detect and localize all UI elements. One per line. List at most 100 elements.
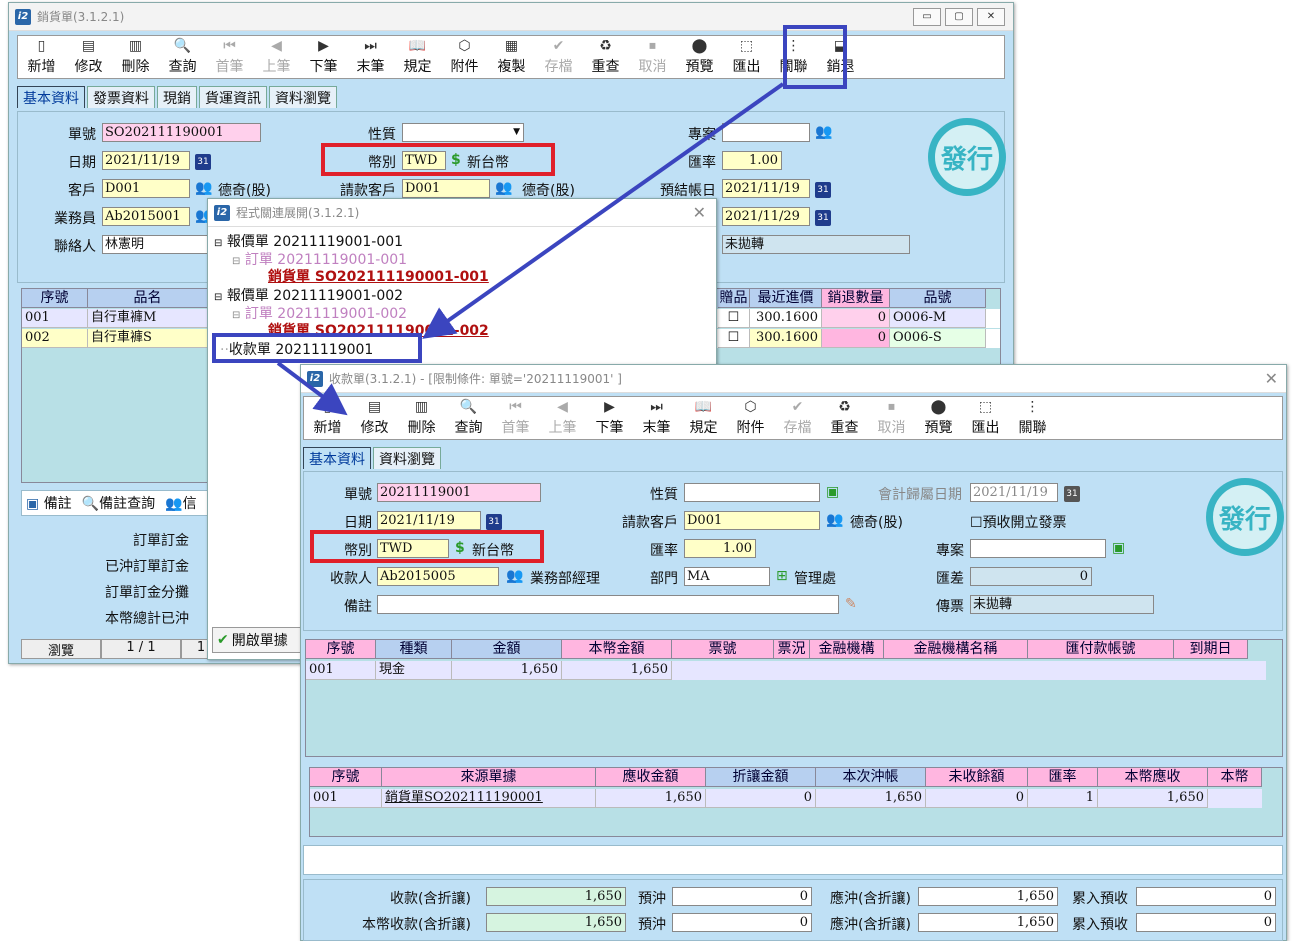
col-base[interactable]: 本幣	[1208, 768, 1262, 787]
calendar-icon[interactable]: 31	[486, 514, 502, 530]
sales-toolbar-button[interactable]: ▦ 複製	[488, 36, 535, 78]
receipt-toolbar-button[interactable]: ▶ 下筆	[586, 397, 633, 439]
sales-toolbar-button[interactable]: ⏹ 取消	[629, 36, 676, 78]
receipt-dept-field[interactable]: MA	[684, 567, 770, 586]
receipt-payee-field[interactable]: Ab2015005	[377, 567, 499, 586]
calendar-icon[interactable]: 31	[1064, 486, 1080, 502]
col-discount[interactable]: 折讓金額	[706, 768, 816, 787]
receipt-project-field[interactable]	[970, 539, 1106, 558]
lookup-icon[interactable]: ▣	[826, 484, 839, 500]
collapse-icon[interactable]: ⊟	[214, 292, 222, 303]
col-base-amount[interactable]: 本幣金額	[562, 640, 672, 659]
mail-tab[interactable]: 👥信	[165, 493, 196, 513]
tree-node-quote-2[interactable]: ⊟ 報價單 20211119001-002	[214, 285, 403, 305]
sales-toolbar-button[interactable]: ⏭ 末筆	[347, 36, 394, 78]
calendar-icon[interactable]: 31	[195, 154, 211, 170]
lookup-icon[interactable]: ▣	[1112, 540, 1125, 556]
close-icon[interactable]: ✕	[1265, 369, 1278, 388]
col-bank[interactable]: 金融機構	[810, 640, 884, 659]
table-row[interactable]: 001 現金 1,650 1,650	[306, 661, 1266, 680]
col-return[interactable]: 銷退數量	[822, 289, 890, 308]
person-icon[interactable]: 👥	[195, 180, 212, 196]
sales-tab[interactable]: 基本資料	[17, 86, 85, 108]
col-check-status[interactable]: 票況	[774, 640, 810, 659]
receipt-toolbar-button[interactable]: ⏭ 末筆	[633, 397, 680, 439]
sales-tab[interactable]: 現銷	[157, 86, 197, 108]
sales-settle-field[interactable]: 2021/11/19	[722, 179, 810, 198]
receipt-toolbar-button[interactable]: ▤ 修改	[351, 397, 398, 439]
col-name[interactable]: 品名	[88, 289, 208, 308]
project-icon[interactable]: 👥	[815, 124, 832, 140]
receipt-toolbar-button[interactable]: ♻ 重查	[821, 397, 868, 439]
sales-rate-field[interactable]: 1.00	[722, 151, 782, 170]
receipt-toolbar-button[interactable]: ⬤ 預覽	[915, 397, 962, 439]
sales-toolbar-button[interactable]: 🔍 查詢	[159, 36, 206, 78]
col-account[interactable]: 匯付款帳號	[1028, 640, 1174, 659]
tree-node-sales-1[interactable]: 銷貨單 SO202111190001-001	[268, 266, 489, 286]
col-current[interactable]: 本次沖帳	[816, 768, 926, 787]
receipt-toolbar-button[interactable]: ▯ 新增	[304, 397, 351, 439]
edit-icon[interactable]: ✎	[845, 596, 857, 612]
note-tab[interactable]: ▣ 備註	[26, 493, 72, 513]
sales-no-field[interactable]: SO202111190001	[102, 123, 261, 142]
sales-toolbar-button[interactable]: ✔ 存檔	[535, 36, 582, 78]
col-check-no[interactable]: 票號	[672, 640, 774, 659]
col-price[interactable]: 最近進價	[750, 289, 822, 308]
receipt-toolbar-button[interactable]: ⏹ 取消	[868, 397, 915, 439]
col-remaining[interactable]: 未收餘額	[926, 768, 1028, 787]
sales-cust-field[interactable]: D001	[102, 179, 190, 198]
close-icon[interactable]: ✕	[693, 203, 706, 222]
receipt-toolbar-button[interactable]: 🔍 查詢	[445, 397, 492, 439]
sales-toolbar-button[interactable]: ⬚ 匯出	[723, 36, 770, 78]
sales-toolbar-button[interactable]: ⏮ 首筆	[206, 36, 253, 78]
col-base-recv[interactable]: 本幣應收	[1098, 768, 1208, 787]
sales-project-field[interactable]	[722, 123, 810, 142]
person-icon[interactable]: 👥	[495, 180, 512, 196]
sales-toolbar-button[interactable]: ▯ 新增	[18, 36, 65, 78]
table-row[interactable]: 001 銷貨單SO202111190001 1,650 0 1,650 0 1 …	[310, 789, 1262, 808]
minimize-button[interactable]: ▭	[913, 7, 941, 26]
col-receivable[interactable]: 應收金額	[596, 768, 706, 787]
receipt-billcust-field[interactable]: D001	[684, 511, 820, 530]
receipt-toolbar-button[interactable]: ⋮ 關聯	[1009, 397, 1056, 439]
sales-toolbar-button[interactable]: 📖 規定	[394, 36, 441, 78]
sales-toolbar-button[interactable]: ▥ 刪除	[112, 36, 159, 78]
org-tree-icon[interactable]: ⊞	[776, 568, 788, 584]
sales-nature-select[interactable]: ▼	[402, 123, 524, 142]
col-gift[interactable]: 贈品	[718, 289, 750, 308]
sales-toolbar-button[interactable]: ◀ 上筆	[253, 36, 300, 78]
gift-checkbox[interactable]: ☐	[718, 309, 750, 328]
col-due-date[interactable]: 到期日	[1174, 640, 1248, 659]
row-source[interactable]: 銷貨單SO202111190001	[382, 789, 596, 808]
open-doc-button[interactable]: ✔ 開啟單據	[212, 627, 302, 653]
receipt-toolbar-button[interactable]: ▥ 刪除	[398, 397, 445, 439]
sales-tab[interactable]: 貨運資訊	[199, 86, 267, 108]
receipt-toolbar-button[interactable]: ◀ 上筆	[539, 397, 586, 439]
close-button[interactable]: ✕	[977, 7, 1005, 26]
receipt-no-field[interactable]: 20211119001	[377, 483, 541, 502]
sales-toolbar-button[interactable]: ♻ 重查	[582, 36, 629, 78]
receipt-nature-field[interactable]	[684, 483, 820, 502]
col-seq[interactable]: 序號	[310, 768, 382, 787]
receipt-date-field[interactable]: 2021/11/19	[377, 511, 481, 530]
sales-billcust-field[interactable]: D001	[402, 179, 490, 198]
col-code[interactable]: 品號	[890, 289, 986, 308]
sales-tab[interactable]: 發票資料	[87, 86, 155, 108]
receipt-toolbar-button[interactable]: ⬚ 匯出	[962, 397, 1009, 439]
receipt-acct-date-field[interactable]: 2021/11/19	[970, 483, 1058, 502]
maximize-button[interactable]: ▢	[945, 7, 973, 26]
advance-invoice-checkbox[interactable]: ☐預收開立發票	[970, 512, 1067, 532]
col-seq[interactable]: 序號	[306, 640, 376, 659]
person-icon[interactable]: 👥	[506, 568, 523, 584]
person-icon[interactable]: 👥	[826, 512, 843, 528]
col-source[interactable]: 來源單據	[382, 768, 596, 787]
receipt-toolbar-button[interactable]: 📖 規定	[680, 397, 727, 439]
col-rate[interactable]: 匯率	[1028, 768, 1098, 787]
receipt-toolbar-button[interactable]: ⏮ 首筆	[492, 397, 539, 439]
collapse-icon[interactable]: ⊟	[232, 310, 240, 321]
sales-toolbar-button[interactable]: ▶ 下筆	[300, 36, 347, 78]
calendar-icon[interactable]: 31	[815, 210, 831, 226]
sales-contact-field[interactable]: 林憲明	[102, 235, 220, 254]
sales-salesman-field[interactable]: Ab2015001	[102, 207, 190, 226]
receipt-note-field[interactable]	[377, 595, 839, 614]
